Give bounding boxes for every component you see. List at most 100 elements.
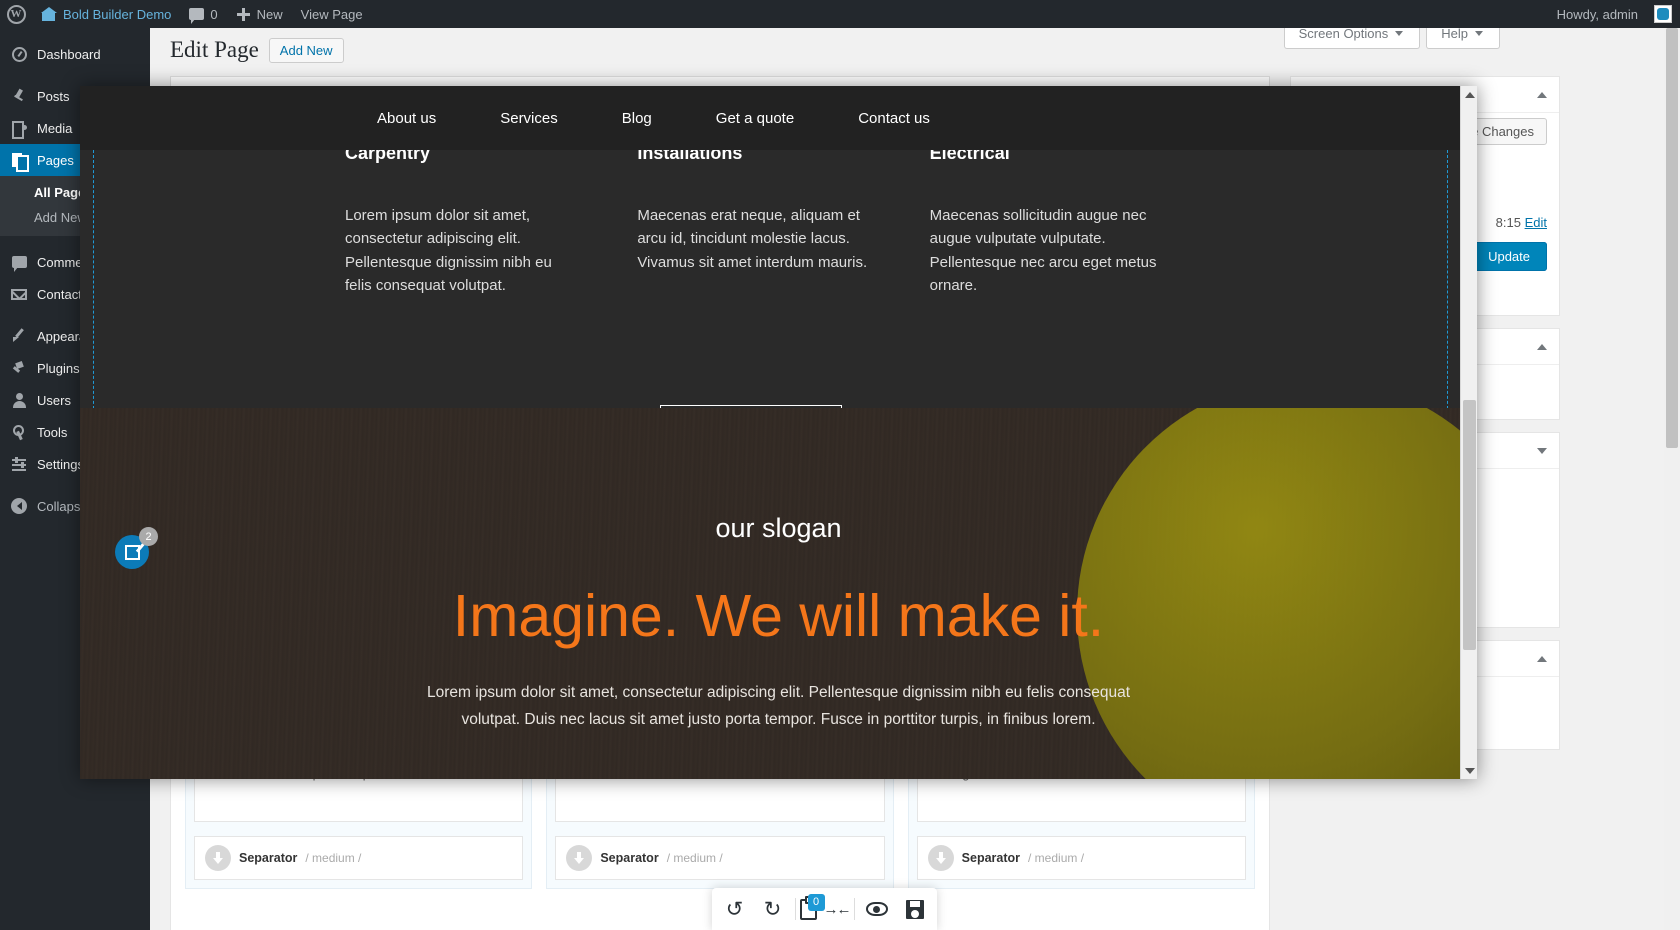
builder-separator-element[interactable]: Separator / medium / (194, 836, 524, 880)
toolbar-divider (794, 898, 796, 920)
wp-logo-button[interactable] (0, 0, 32, 28)
arrow-down-circle-icon (205, 845, 231, 871)
chevron-down-icon (1464, 767, 1475, 774)
service-text: Maecenas sollicitudin augue nec augue vu… (929, 207, 1157, 294)
modal-scrollbar-thumb[interactable] (1463, 400, 1476, 650)
preview-button[interactable] (858, 888, 896, 930)
comments-button[interactable]: 0 (180, 0, 226, 28)
site-primary-nav: About us Services Blog Get a quote Conta… (80, 86, 1477, 150)
comment-icon (10, 253, 28, 272)
comment-bubble-icon (189, 8, 205, 24)
builder-bottom-toolbar: ↺ ↻ 0 →← (712, 888, 937, 930)
view-page-button[interactable]: View Page (292, 0, 372, 28)
page-scrollbar-thumb[interactable] (1666, 28, 1678, 448)
media-icon (10, 119, 28, 139)
user-icon (10, 391, 28, 409)
sidebar-item-label: Tools (37, 424, 68, 440)
new-label: New (256, 6, 283, 22)
edit-revision-link[interactable]: Edit (1525, 215, 1547, 230)
hero-content: our slogan Imagine. We will make it. Lor… (80, 408, 1477, 733)
sidebar-item-label: Posts (37, 88, 70, 104)
builder-separator-element[interactable]: Separator / medium / (916, 836, 1246, 880)
admin-bar-right: Howdy, admin (1548, 0, 1680, 28)
modal-body: Carpentry Lorem ipsum dolor sit amet, co… (80, 143, 1477, 779)
chevron-up-icon (1464, 91, 1475, 98)
separator-label: Separator (239, 851, 298, 865)
edit-element-badge[interactable]: 2 (115, 527, 158, 569)
sidebar-item-label: Pages (37, 152, 74, 168)
undo-icon: ↺ (725, 897, 744, 921)
arrow-down-circle-icon (927, 845, 954, 871)
settings-icon (10, 455, 28, 473)
separator-meta: / medium / (1028, 851, 1085, 865)
sidebar-item-label: Plugins (37, 360, 80, 376)
hero-headline: Imagine. We will make it. (452, 583, 1105, 649)
separator-meta: / medium / (305, 851, 362, 865)
service-column-installations[interactable]: Installations Maecenas erat neque, aliqu… (637, 143, 929, 297)
undo-button[interactable]: ↺ (716, 888, 754, 930)
sidebar-item-label: Dashboard (37, 46, 101, 62)
howdy-menu[interactable]: Howdy, admin (1548, 0, 1647, 28)
nav-link-about-us[interactable]: About us (345, 110, 468, 127)
collapse-icon (10, 497, 28, 515)
wp-admin-bar: Bold Builder Demo 0 New View Page Howdy,… (0, 0, 1680, 28)
builder-separator-element[interactable]: Separator / medium / (555, 836, 885, 880)
wrench-icon (10, 423, 28, 441)
toolbar-divider (853, 898, 855, 920)
scroll-down-button[interactable] (1461, 762, 1477, 779)
bold-builder-preview-modal: About us Services Blog Get a quote Conta… (80, 86, 1477, 779)
hero-paragraph: Lorem ipsum dolor sit amet, consectetur … (426, 684, 1131, 728)
hero-section: our slogan Imagine. We will make it. Lor… (80, 408, 1477, 779)
home-icon (41, 7, 57, 21)
screen-options-label: Screen Options (1298, 26, 1389, 41)
update-button[interactable]: Update (1471, 242, 1547, 271)
service-column-electrical[interactable]: Electrical Maecenas sollicitudin augue n… (929, 143, 1222, 297)
plus-icon (236, 7, 251, 22)
nav-link-get-a-quote[interactable]: Get a quote (684, 110, 826, 127)
wordpress-logo-icon (6, 4, 26, 24)
modal-scrollbar[interactable] (1460, 86, 1477, 779)
brush-icon (10, 327, 28, 345)
separator-label: Separator (961, 851, 1021, 865)
separator-label: Separator (600, 851, 659, 865)
howdy-label: Howdy, admin (1556, 6, 1638, 22)
site-name-button[interactable]: Bold Builder Demo (32, 0, 180, 28)
sidebar-item-label: Settings (37, 456, 84, 472)
add-new-button[interactable]: Add New (268, 37, 344, 63)
chevron-down-icon (1475, 31, 1483, 36)
pin-icon (10, 87, 28, 105)
service-column-carpentry[interactable]: Carpentry Lorem ipsum dolor sit amet, co… (345, 143, 637, 297)
nav-link-services[interactable]: Services (468, 110, 590, 127)
dashboard-icon (10, 45, 28, 63)
page-title: Edit Page (170, 37, 259, 62)
sidebar-item-dashboard[interactable]: Dashboard (0, 38, 150, 70)
save-button[interactable] (896, 888, 934, 930)
chevron-down-icon (1395, 31, 1404, 36)
site-name-label: Bold Builder Demo (63, 6, 172, 22)
nav-link-contact-us[interactable]: Contact us (826, 110, 962, 127)
view-page-label: View Page (300, 6, 363, 22)
sidebar-item-label: Media (37, 120, 73, 136)
hero-slogan: our slogan (715, 513, 842, 543)
separator-meta: / medium / (666, 851, 723, 865)
chevron-up-icon[interactable] (1537, 343, 1547, 350)
page-scrollbar[interactable] (1664, 28, 1680, 930)
clipboard-button[interactable]: 0 →← (799, 888, 852, 930)
redo-button[interactable]: ↻ (754, 888, 792, 930)
scroll-up-button[interactable] (1461, 86, 1477, 103)
chevron-up-icon[interactable] (1537, 91, 1547, 98)
pages-icon (10, 151, 29, 172)
revision-time: 8:15 (1495, 215, 1521, 230)
redo-icon: ↻ (763, 897, 782, 921)
chevron-down-icon[interactable] (1537, 447, 1547, 454)
service-text: Lorem ipsum dolor sit amet, consectetur … (345, 207, 552, 294)
plug-icon (10, 359, 28, 377)
chevron-up-icon[interactable] (1537, 655, 1547, 662)
services-columns: Carpentry Lorem ipsum dolor sit amet, co… (80, 143, 1477, 297)
collapse-arrows-icon: →← (823, 900, 852, 918)
new-content-button[interactable]: New (227, 0, 292, 28)
sidebar-item-label: Users (37, 392, 71, 408)
clipboard-count: 0 (807, 893, 825, 911)
save-icon (905, 899, 924, 919)
nav-link-blog[interactable]: Blog (590, 110, 684, 127)
